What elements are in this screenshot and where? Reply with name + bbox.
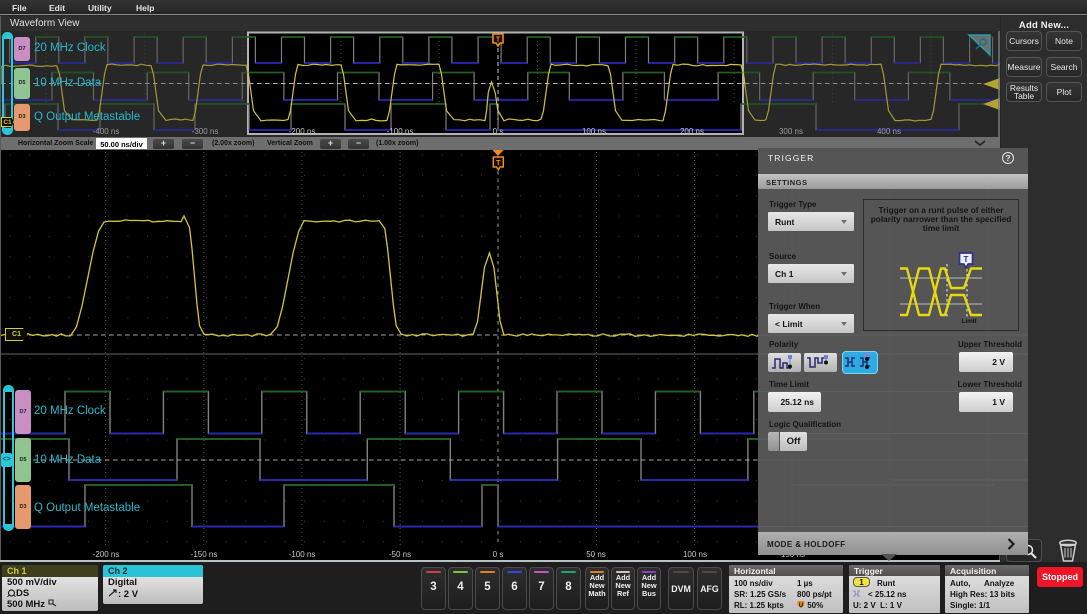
svg-text:U: U [799, 603, 803, 609]
svg-text:200 ns: 200 ns [680, 127, 704, 136]
svg-text:T: T [496, 37, 501, 44]
svg-text:Limit: Limit [961, 318, 977, 325]
svg-text:-200 ns: -200 ns [289, 127, 316, 136]
svg-text:-150 ns: -150 ns [191, 550, 218, 559]
svg-text:0 s: 0 s [493, 550, 504, 559]
svg-text:T: T [964, 255, 969, 264]
svg-text:100 ns: 100 ns [683, 550, 707, 559]
svg-text:0 s: 0 s [493, 127, 504, 136]
svg-text:-100 ns: -100 ns [387, 127, 414, 136]
svg-text:T: T [496, 158, 501, 167]
svg-text:-50 ns: -50 ns [389, 550, 411, 559]
svg-text:50 ns: 50 ns [586, 550, 606, 559]
svg-text:100 ns: 100 ns [582, 127, 606, 136]
svg-text:-100 ns: -100 ns [289, 550, 316, 559]
svg-text:-200 ns: -200 ns [93, 550, 120, 559]
